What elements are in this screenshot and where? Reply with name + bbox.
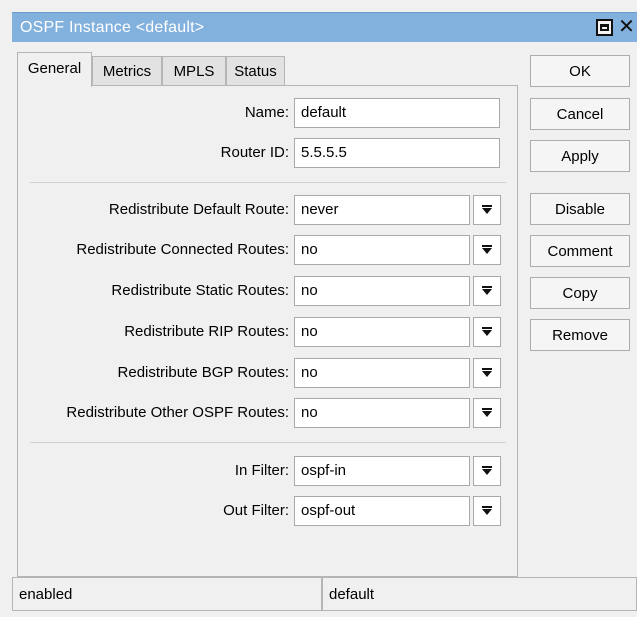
apply-button[interactable]: Apply	[530, 140, 630, 172]
redistribute-connected-row: Redistribute Connected Routes: no	[18, 235, 519, 265]
ok-button[interactable]: OK	[530, 55, 630, 87]
redistribute-rip-select[interactable]: no	[294, 317, 470, 347]
redistribute-default-row: Redistribute Default Route: never	[18, 195, 519, 225]
redistribute-other-ospf-label: Redistribute Other OSPF Routes:	[66, 404, 289, 421]
cancel-button[interactable]: Cancel	[530, 98, 630, 130]
router-id-row: Router ID: 5.5.5.5	[18, 138, 519, 168]
out-filter-row: Out Filter: ospf-out	[18, 496, 519, 526]
status-state: enabled	[12, 577, 322, 611]
redistribute-rip-label: Redistribute RIP Routes:	[124, 323, 289, 340]
redistribute-other-ospf-row: Redistribute Other OSPF Routes: no	[18, 398, 519, 428]
dropdown-arrow-icon[interactable]	[473, 195, 501, 225]
redistribute-connected-label: Redistribute Connected Routes:	[76, 241, 289, 258]
in-filter-select[interactable]: ospf-in	[294, 456, 470, 486]
in-filter-row: In Filter: ospf-in	[18, 456, 519, 486]
copy-button[interactable]: Copy	[530, 277, 630, 309]
tab-metrics[interactable]: Metrics	[92, 56, 162, 86]
window-title: OSPF Instance <default>	[20, 19, 205, 36]
out-filter-select[interactable]: ospf-out	[294, 496, 470, 526]
redistribute-default-label: Redistribute Default Route:	[108, 201, 289, 218]
dropdown-arrow-icon[interactable]	[473, 358, 501, 388]
redistribute-static-row: Redistribute Static Routes: no	[18, 276, 519, 306]
general-tab-panel: Name: default Router ID: 5.5.5.5 Redistr…	[17, 85, 518, 577]
out-filter-label: Out Filter:	[223, 502, 289, 519]
name-label: Name:	[244, 104, 289, 121]
window-left-edge	[0, 0, 12, 617]
name-row: Name: default	[18, 98, 519, 128]
redistribute-connected-select[interactable]: no	[294, 235, 470, 265]
status-bar: enabled default	[12, 577, 637, 611]
redistribute-bgp-label: Redistribute BGP Routes:	[117, 364, 289, 381]
router-id-input[interactable]: 5.5.5.5	[294, 138, 500, 168]
dropdown-arrow-icon[interactable]	[473, 317, 501, 347]
maximize-icon[interactable]	[596, 19, 613, 36]
dropdown-arrow-icon[interactable]	[473, 496, 501, 526]
section-divider	[30, 182, 506, 183]
ospf-instance-window: OSPF Instance <default> ✕ General Metric…	[0, 0, 637, 617]
tab-general[interactable]: General	[17, 52, 92, 87]
name-input[interactable]: default	[294, 98, 500, 128]
remove-button[interactable]: Remove	[530, 319, 630, 351]
section-divider	[30, 442, 506, 443]
redistribute-static-label: Redistribute Static Routes:	[111, 282, 289, 299]
dropdown-arrow-icon[interactable]	[473, 276, 501, 306]
dropdown-arrow-icon[interactable]	[473, 235, 501, 265]
redistribute-static-select[interactable]: no	[294, 276, 470, 306]
title-bar[interactable]: OSPF Instance <default> ✕	[12, 12, 637, 42]
redistribute-other-ospf-select[interactable]: no	[294, 398, 470, 428]
close-icon[interactable]: ✕	[618, 17, 635, 37]
in-filter-label: In Filter:	[234, 462, 289, 479]
router-id-label: Router ID:	[220, 144, 289, 161]
redistribute-rip-row: Redistribute RIP Routes: no	[18, 317, 519, 347]
redistribute-default-select[interactable]: never	[294, 195, 470, 225]
dropdown-arrow-icon[interactable]	[473, 456, 501, 486]
status-instance: default	[322, 577, 637, 611]
disable-button[interactable]: Disable	[530, 193, 630, 225]
comment-button[interactable]: Comment	[530, 235, 630, 267]
redistribute-bgp-row: Redistribute BGP Routes: no	[18, 358, 519, 388]
tab-status[interactable]: Status	[226, 56, 285, 86]
dropdown-arrow-icon[interactable]	[473, 398, 501, 428]
tab-mpls[interactable]: MPLS	[162, 56, 226, 86]
redistribute-bgp-select[interactable]: no	[294, 358, 470, 388]
